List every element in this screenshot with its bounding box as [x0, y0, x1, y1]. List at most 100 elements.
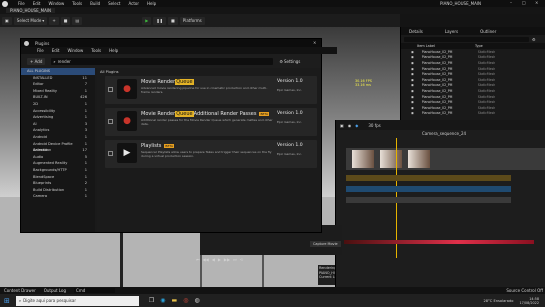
capture-movie-button[interactable]: Capture Movie [310, 241, 341, 247]
eye-icon[interactable]: ◉ [411, 111, 414, 115]
stop-button[interactable]: ■ [168, 16, 178, 25]
eye-icon[interactable]: ◉ [411, 55, 414, 59]
category-item[interactable]: Camera 1 [21, 193, 95, 200]
filter-icon[interactable]: ⚙ [532, 37, 536, 42]
maximize-icon[interactable]: □ [522, 0, 526, 5]
category-item[interactable]: Build Distribution 1 [21, 187, 95, 194]
save-button[interactable]: ▣ [2, 16, 12, 25]
plugins-menu-window[interactable]: Window [67, 48, 83, 53]
enable-checkbox[interactable] [108, 87, 113, 92]
weather-widget[interactable]: 28°C Ensolarado [483, 299, 513, 303]
tab-outliner[interactable]: Outliner [480, 29, 496, 34]
tab-details[interactable]: Details [409, 29, 423, 34]
cinematics-button[interactable]: ▤ [72, 16, 83, 25]
outliner-search-input[interactable] [404, 36, 529, 42]
eye-icon[interactable]: ◉ [411, 78, 414, 82]
skip-end-icon[interactable]: ⏭ [233, 257, 237, 262]
eye-icon[interactable]: ◉ [411, 61, 414, 65]
add-actor-button[interactable]: + [49, 16, 59, 25]
output-log-button[interactable]: Output Log [44, 288, 66, 293]
plugin-card[interactable]: ● Movie Render Queue Version 1.0 Advanced m… [105, 76, 317, 104]
loop-icon[interactable]: ⟲ [240, 257, 243, 262]
category-item[interactable]: AI 3 [21, 121, 95, 128]
plugins-menu-help[interactable]: Help [109, 48, 118, 53]
category-item[interactable]: Audio 5 [21, 154, 95, 161]
cmd-input[interactable]: Cmd [74, 288, 116, 293]
menu-help[interactable]: Help [147, 1, 156, 6]
camera-track-thumbnails[interactable] [346, 148, 545, 170]
content-drawer-button[interactable]: Content Drawer [4, 288, 36, 293]
category-item[interactable]: Android Device Profile Selector 1 [21, 141, 95, 153]
chrome-icon[interactable]: ◎ [183, 297, 188, 304]
shot-track[interactable] [346, 175, 511, 181]
marker-track[interactable] [346, 197, 511, 203]
category-item[interactable]: Accessibility 1 [21, 108, 95, 115]
play-button[interactable]: ▶ [142, 16, 152, 25]
category-item[interactable]: Analytics 3 [21, 127, 95, 134]
skip-start-icon[interactable]: ⏮ [196, 257, 200, 262]
edge-icon[interactable]: ◉ [160, 297, 165, 304]
menu-build[interactable]: Build [90, 1, 100, 6]
plugins-menu-tools[interactable]: Tools [91, 48, 101, 53]
category-item[interactable]: 2D 1 [21, 101, 95, 108]
menu-select[interactable]: Select [108, 1, 120, 6]
menu-actor[interactable]: Actor [128, 1, 139, 6]
category-item[interactable]: BUILT-IN 426 [21, 94, 95, 101]
enable-checkbox[interactable] [108, 151, 113, 156]
clock[interactable]: 14:58 17/08/2022 [519, 297, 539, 305]
eye-icon[interactable]: ◉ [411, 100, 414, 104]
eye-icon[interactable]: ◉ [411, 83, 414, 87]
audio-track[interactable] [346, 186, 511, 192]
task-view-icon[interactable]: ❐ [149, 297, 154, 304]
play-forward-icon[interactable]: ▶ [218, 257, 221, 262]
category-item[interactable]: Mixed Reality 1 [21, 88, 95, 95]
save-sequence-icon[interactable]: ▣ [340, 123, 344, 128]
fps-selector[interactable]: 30 fps [368, 123, 380, 128]
category-item[interactable]: Animation 17 [21, 147, 95, 154]
category-item[interactable]: BlendSpace 1 [21, 174, 95, 181]
category-item[interactable]: Backgrounds/HTTP 1 [21, 167, 95, 174]
explorer-icon[interactable]: ▬ [172, 297, 178, 304]
select-mode-button[interactable]: Select Mode ▾ [13, 16, 48, 25]
blueprint-button[interactable]: ■ [60, 16, 71, 25]
plugins-menu-edit[interactable]: Edit [52, 48, 60, 53]
category-all-plugins[interactable]: ALL PLUGINS [21, 68, 95, 75]
plugin-card[interactable]: ▶ Playlists BETA Version 1.0 Sequencer Playl… [105, 140, 317, 168]
eye-icon[interactable]: ◉ [411, 50, 414, 54]
eye-icon[interactable]: ◉ [411, 89, 414, 93]
platforms-button[interactable]: Platforms [179, 16, 205, 25]
plugins-search-input[interactable]: ⌕ render [51, 57, 274, 65]
plugins-menu-file[interactable]: File [37, 48, 44, 53]
unreal-taskbar-icon[interactable]: ◍ [194, 297, 199, 304]
eye-icon[interactable]: ◉ [411, 95, 414, 99]
timeline-range-bar[interactable] [344, 240, 534, 244]
plugins-close-icon[interactable]: × [313, 40, 316, 45]
camera-icon[interactable]: ◉ [348, 123, 352, 128]
windows-start-icon[interactable]: ⊞ [4, 297, 10, 305]
eye-icon[interactable]: ◉ [411, 106, 414, 110]
plugins-settings-button[interactable]: ⚙ Settings [279, 59, 300, 64]
outliner-row[interactable]: ◉ PianoHouse_02_PM StaticMesh [401, 111, 545, 117]
category-item[interactable]: Blueprints 2 [21, 180, 95, 187]
menu-edit[interactable]: Edit [33, 1, 41, 6]
menu-window[interactable]: Window [48, 1, 64, 6]
tab-layers[interactable]: Layers [445, 29, 458, 34]
add-plugin-button[interactable]: + Add [27, 57, 46, 65]
step-forward-icon[interactable]: ▶▶ [224, 257, 230, 262]
key-icon[interactable]: ◆ [355, 123, 358, 128]
column-item-label[interactable]: Item Label [417, 44, 435, 48]
column-type[interactable]: Type [475, 44, 483, 48]
plugins-tab[interactable]: Plugins [35, 41, 49, 46]
eye-icon[interactable]: ◉ [411, 72, 414, 76]
taskbar-search[interactable]: ⌕ Digite aqui para pesquisar [15, 295, 139, 306]
step-back-icon[interactable]: ◀◀ [203, 257, 209, 262]
play-reverse-icon[interactable]: ◀ [212, 257, 215, 262]
source-control-status[interactable]: Source Control Off [506, 288, 543, 293]
category-item[interactable]: INSTALLED 11 [21, 75, 95, 82]
plugin-card[interactable]: ● Movie Render Queue Additional Render Pa… [105, 108, 317, 136]
enable-checkbox[interactable] [108, 119, 113, 124]
pause-button[interactable]: ❚❚ [153, 16, 167, 25]
eye-icon[interactable]: ◉ [411, 67, 414, 71]
minimize-icon[interactable]: – [510, 0, 512, 5]
menu-tools[interactable]: Tools [72, 1, 82, 6]
